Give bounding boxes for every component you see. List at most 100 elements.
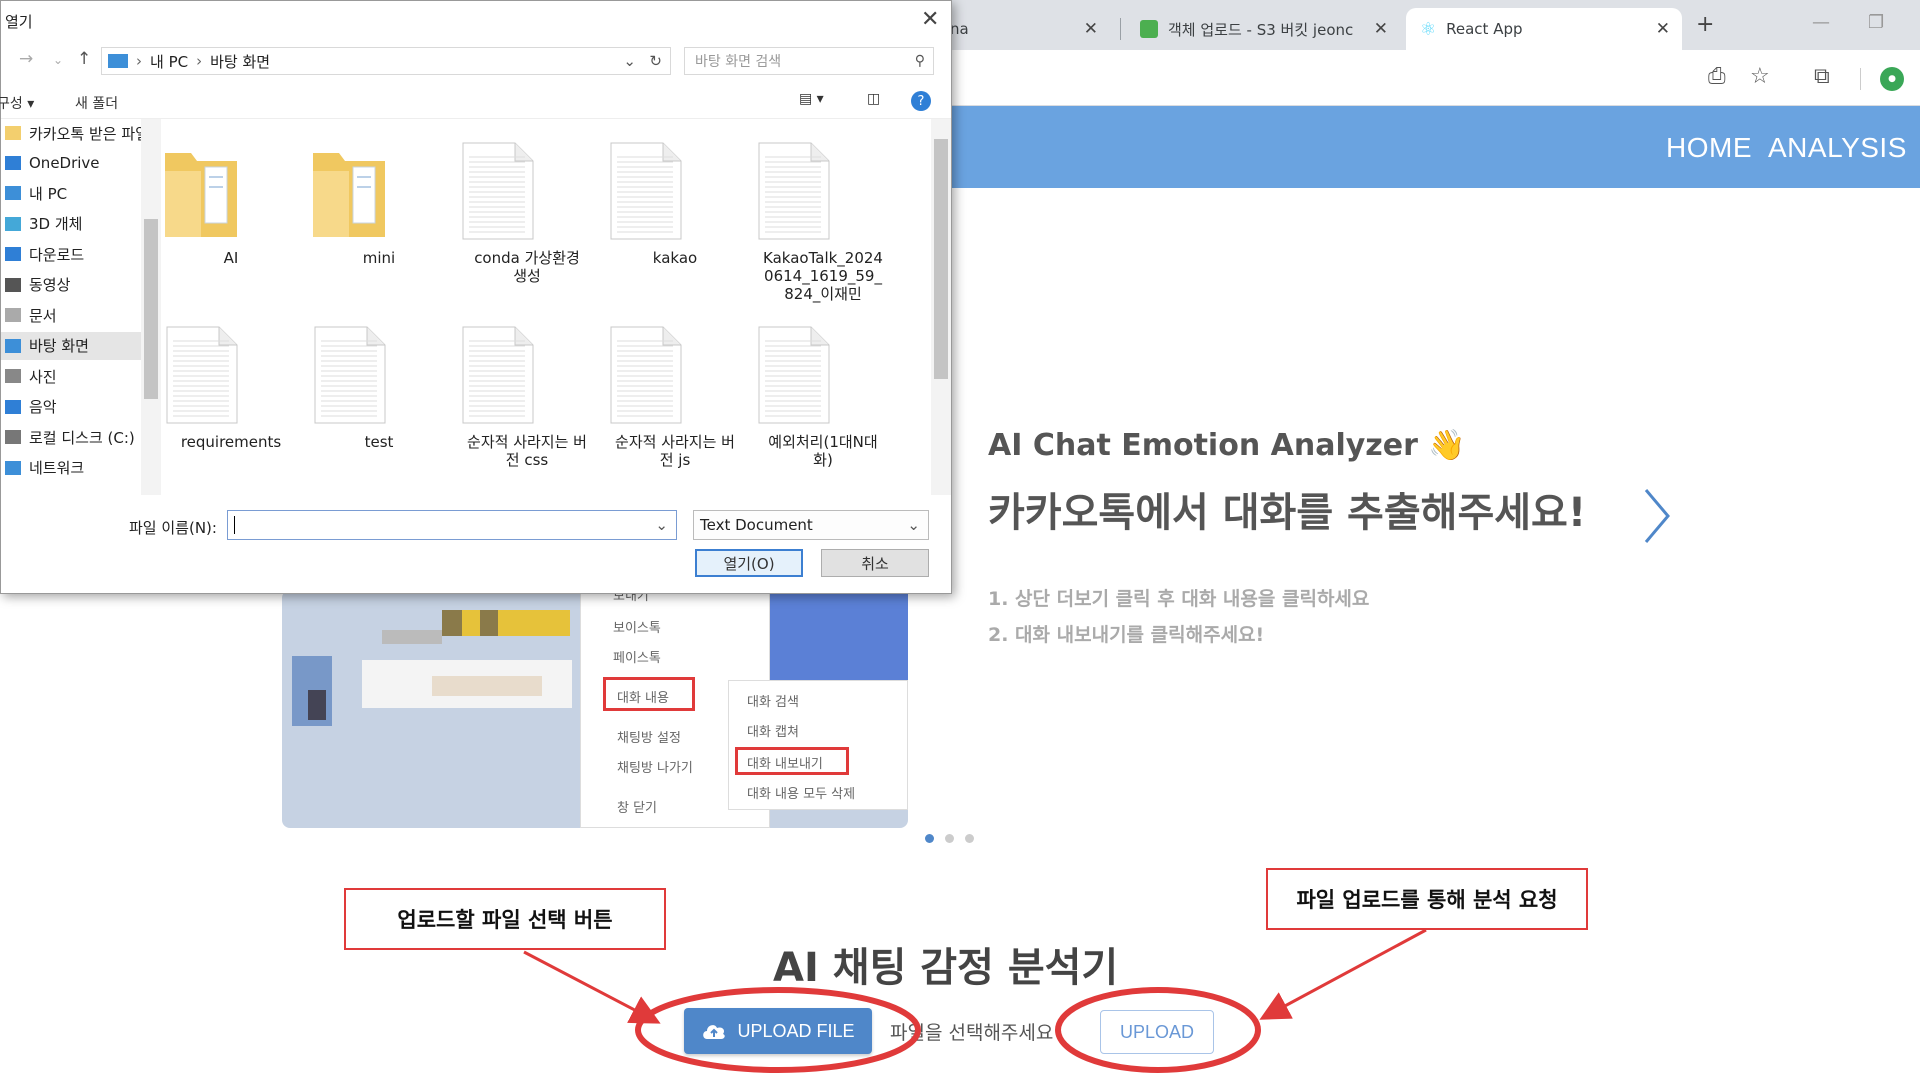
view-options-icon[interactable]: ▤ ▾ xyxy=(799,91,824,107)
filetype-value: Text Document xyxy=(700,516,813,534)
filetype-select[interactable]: Text Document ⌄ xyxy=(693,510,929,540)
address-dropdown-icon[interactable]: ⌄ xyxy=(623,52,636,70)
breadcrumb-item[interactable]: 바탕 화면 xyxy=(210,51,270,72)
browser-tab-1[interactable]: na ✕ xyxy=(950,8,1110,50)
up-arrow-icon[interactable]: ↑ xyxy=(77,49,91,69)
file-item[interactable]: 예외처리(1대N대화) xyxy=(753,325,893,469)
filename-input[interactable]: ⌄ xyxy=(227,510,677,540)
chevron-down-icon: ⌄ xyxy=(907,516,920,534)
nav-item[interactable]: 음악 xyxy=(1,393,141,421)
carousel-dot[interactable] xyxy=(965,834,974,843)
nav-analysis[interactable]: ANALYSIS xyxy=(1768,132,1907,164)
nav-item[interactable]: 문서 xyxy=(1,301,141,329)
carousel-dot[interactable] xyxy=(945,834,954,843)
tab-close-icon[interactable]: ✕ xyxy=(1084,19,1098,39)
install-app-icon[interactable]: ⎙ xyxy=(1708,64,1726,89)
music-icon xyxy=(5,399,21,414)
file-item[interactable]: 순자적 사라지는 버전 js xyxy=(605,325,745,469)
organize-menu[interactable]: 구성 ▾ xyxy=(0,93,34,113)
pc-icon xyxy=(5,186,21,200)
disk-icon xyxy=(5,430,21,444)
react-favicon-icon: ⚛ xyxy=(1420,18,1437,40)
nav-item-label: 사진 xyxy=(29,367,57,386)
text-file-icon xyxy=(457,325,597,425)
nav-item[interactable]: 네트워크 xyxy=(1,454,141,482)
nav-item-label: 음악 xyxy=(29,398,57,416)
help-icon[interactable]: ? xyxy=(911,91,931,111)
cube-icon xyxy=(5,216,21,231)
network-icon xyxy=(5,460,21,475)
minimize-icon[interactable]: — xyxy=(1812,12,1830,33)
upload-file-button[interactable]: UPLOAD FILE xyxy=(684,1008,872,1054)
nav-home[interactable]: HOME xyxy=(1666,132,1752,164)
nav-item[interactable]: 카카오톡 받은 파일 xyxy=(1,119,146,147)
nav-item-label: 내 PC xyxy=(29,184,68,203)
nav-item[interactable]: 로컬 디스크 (C:) xyxy=(1,423,141,451)
nav-item[interactable]: OneDrive xyxy=(1,149,141,177)
file-name: test xyxy=(364,433,394,451)
nav-scrollbar[interactable] xyxy=(141,119,161,495)
chevron-down-icon[interactable]: ⌄ xyxy=(655,516,668,534)
file-item[interactable]: 순자적 사라지는 버전 css xyxy=(457,325,597,469)
breadcrumb-item[interactable]: 내 PC xyxy=(150,51,188,72)
file-item[interactable]: requirements xyxy=(161,325,301,451)
menu-item: 보이스톡 xyxy=(613,621,661,636)
nav-item-label: 다운로드 xyxy=(29,245,85,264)
nav-item-label: 문서 xyxy=(29,306,57,325)
file-name: AI xyxy=(223,249,239,267)
nav-item[interactable]: 사진 xyxy=(1,362,141,390)
pc-icon xyxy=(108,54,128,68)
carousel-dot-active[interactable] xyxy=(925,834,934,843)
nav-item-label: 바탕 화면 xyxy=(29,337,89,355)
instruction-step: 2. 대화 내보내기를 클릭해주세요! xyxy=(988,624,1265,646)
annotation-label-left: 업로드할 파일 선택 버튼 xyxy=(344,888,666,950)
cloud-upload-icon xyxy=(701,1021,727,1041)
search-box[interactable]: 바탕 화면 검색 ⚲ xyxy=(684,47,934,75)
preview-pane-icon[interactable]: ◫ xyxy=(867,91,880,107)
nav-item[interactable]: 동영상 xyxy=(1,271,141,299)
file-item[interactable]: conda 가상환경 생성 xyxy=(457,141,597,285)
bookmark-star-icon[interactable]: ☆ xyxy=(1750,64,1770,89)
file-open-dialog: 열기 ✕ → ⌄ ↑ › 내 PC › 바탕 화면 ⌄ ↻ 바탕 화면 검색 ⚲… xyxy=(0,0,952,594)
folder-item[interactable]: mini xyxy=(309,141,449,267)
extensions-icon[interactable]: ⧉ xyxy=(1814,64,1830,89)
open-button[interactable]: 열기(O) xyxy=(695,549,803,577)
file-status-text: 파일을 선택해주세요 xyxy=(890,1022,1054,1044)
history-dropdown-icon[interactable]: ⌄ xyxy=(53,53,63,67)
file-name: kakao xyxy=(652,249,698,267)
filename-label: 파일 이름(N): xyxy=(129,519,217,537)
nav-item[interactable]: 3D 개체 xyxy=(1,210,141,238)
restore-icon[interactable]: ❐ xyxy=(1868,12,1884,33)
nav-item[interactable]: 다운로드 xyxy=(1,240,141,268)
address-bar[interactable]: › 내 PC › 바탕 화면 ⌄ ↻ xyxy=(101,47,671,75)
refresh-icon[interactable]: ↻ xyxy=(649,52,662,70)
folder-icon xyxy=(161,141,301,241)
upload-button[interactable]: UPLOAD xyxy=(1100,1010,1214,1054)
browser-tab-2[interactable]: 객체 업로드 - S3 버킷 jeonc ✕ xyxy=(1130,8,1400,50)
cancel-button[interactable]: 취소 xyxy=(821,549,929,577)
chevron-right-icon[interactable] xyxy=(1642,488,1672,544)
nav-item-label: 로컬 디스크 (C:) xyxy=(29,428,135,447)
back-arrow-icon[interactable]: → xyxy=(19,49,33,69)
file-item[interactable]: test xyxy=(309,325,449,451)
file-item[interactable]: kakao xyxy=(605,141,745,267)
menu-item: 창 닫기 xyxy=(617,801,658,816)
profile-avatar[interactable]: ● xyxy=(1880,67,1904,91)
new-folder-button[interactable]: 새 폴더 xyxy=(75,93,118,113)
folder-item[interactable]: AI xyxy=(161,141,301,267)
tab-close-icon[interactable]: ✕ xyxy=(1374,19,1388,39)
s3-favicon-icon xyxy=(1140,20,1158,38)
tab-close-icon[interactable]: ✕ xyxy=(1656,19,1670,39)
highlight-box xyxy=(735,747,849,775)
file-name: mini xyxy=(362,249,396,267)
close-icon[interactable]: ✕ xyxy=(921,7,939,32)
nav-item[interactable]: 내 PC xyxy=(1,179,141,207)
nav-item[interactable]: 바탕 화면 xyxy=(1,331,141,360)
file-item[interactable]: KakaoTalk_20240614_1619_59_824_이재민 xyxy=(753,141,893,303)
file-scrollbar[interactable] xyxy=(931,119,951,495)
highlight-box xyxy=(603,677,695,711)
new-tab-icon[interactable]: + xyxy=(1696,12,1714,37)
text-file-icon xyxy=(309,325,449,425)
browser-tab-active[interactable]: ⚛ React App ✕ xyxy=(1406,8,1682,50)
text-file-icon xyxy=(605,325,745,425)
